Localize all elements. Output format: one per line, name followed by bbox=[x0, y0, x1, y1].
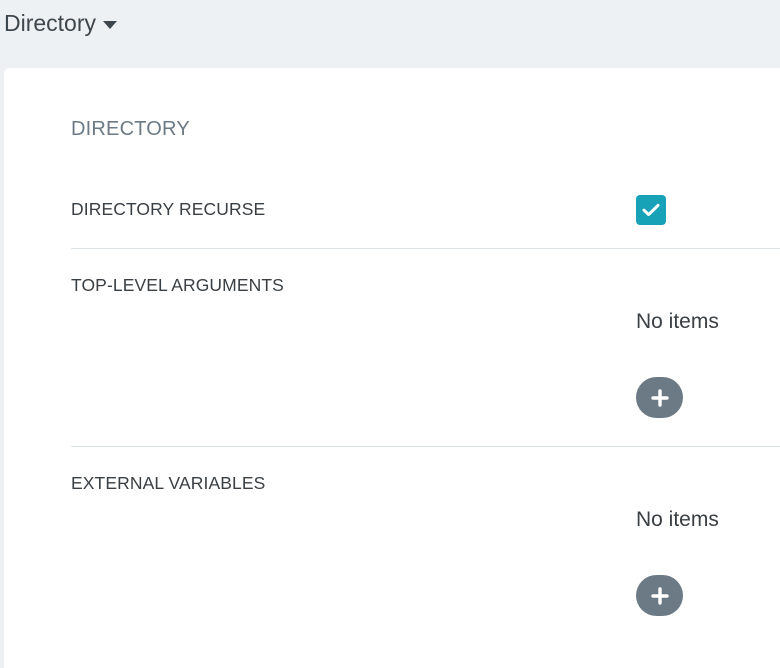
top-level-arguments-label: TOP-LEVEL ARGUMENTS bbox=[71, 275, 284, 295]
plus-icon bbox=[650, 586, 669, 605]
divider bbox=[71, 446, 780, 447]
section-title: DIRECTORY bbox=[71, 118, 190, 140]
directory-recurse-label: DIRECTORY RECURSE bbox=[71, 199, 266, 219]
directory-dropdown[interactable]: Directory bbox=[4, 10, 118, 37]
directory-panel: DIRECTORY DIRECTORY RECURSE TOP-LEVEL AR… bbox=[4, 68, 780, 668]
directory-recurse-checkbox[interactable] bbox=[636, 195, 666, 225]
external-variables-empty: No items bbox=[636, 508, 719, 531]
add-top-level-argument-button[interactable] bbox=[636, 377, 683, 418]
add-external-variable-button[interactable] bbox=[636, 575, 683, 616]
plus-icon bbox=[650, 388, 669, 407]
directory-dropdown-label: Directory bbox=[4, 10, 97, 36]
external-variables-label: EXTERNAL VARIABLES bbox=[71, 473, 266, 493]
divider bbox=[71, 248, 780, 249]
check-icon bbox=[642, 203, 660, 217]
top-level-arguments-empty: No items bbox=[636, 310, 719, 333]
caret-down-icon bbox=[103, 20, 118, 29]
